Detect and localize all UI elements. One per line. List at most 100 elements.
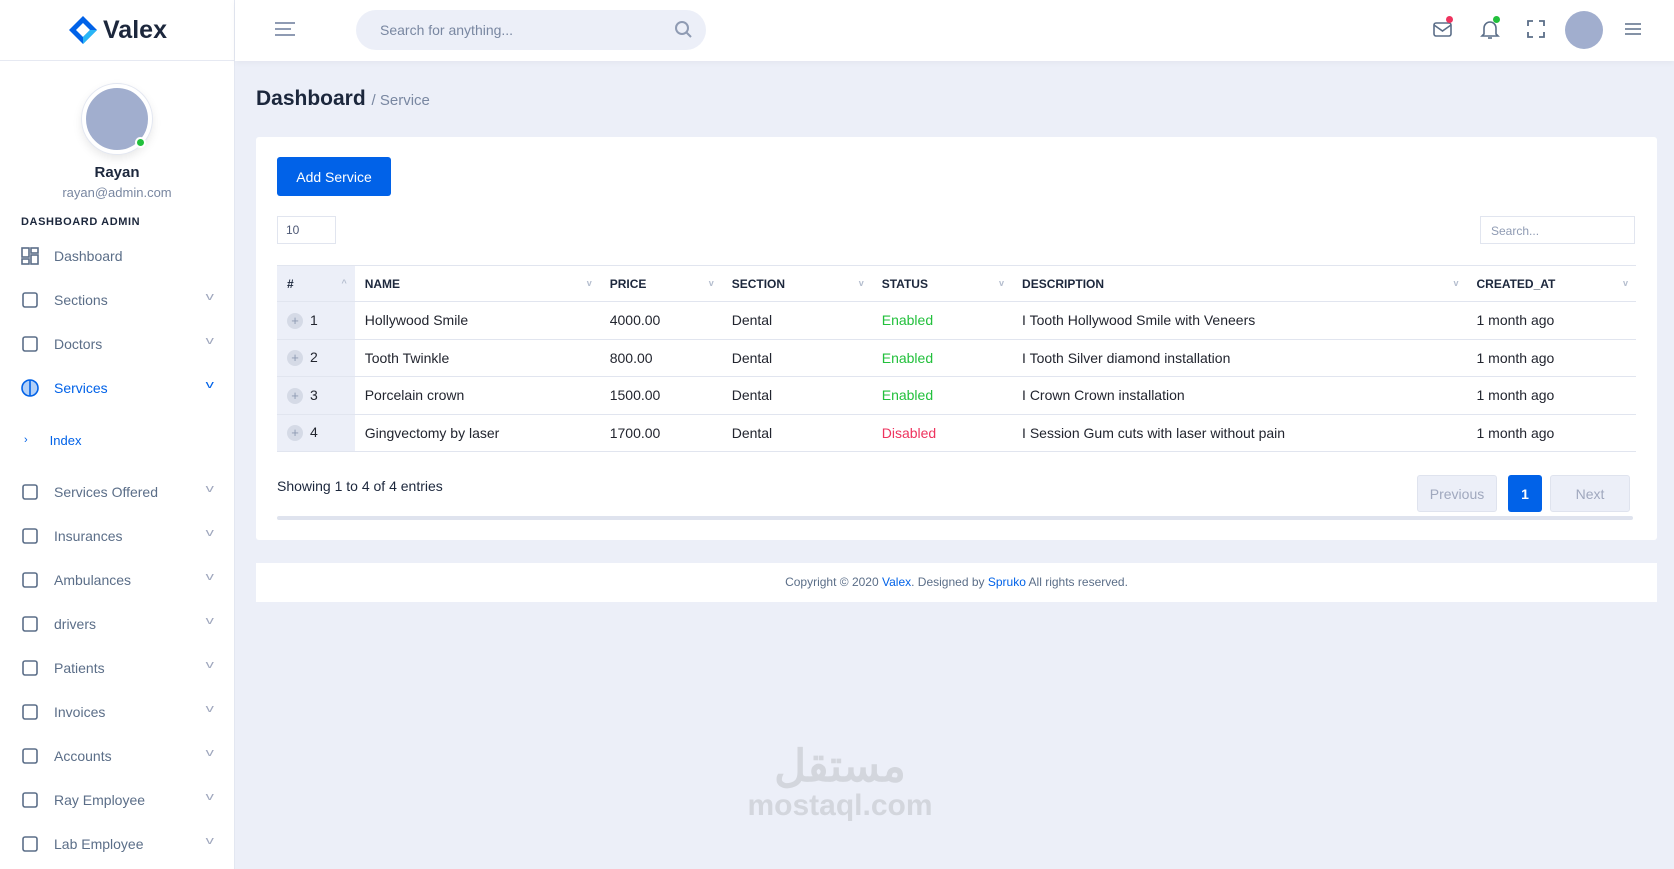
sidebar-item-invoices[interactable]: Invoices v: [0, 690, 234, 734]
chevron-down-icon[interactable]: v: [205, 835, 213, 847]
dashboard-grid-icon: [20, 246, 40, 266]
column-header-section[interactable]: SECTION v: [721, 265, 872, 302]
sidebar-item-accounts[interactable]: Accounts v: [0, 734, 234, 778]
expand-row-icon[interactable]: +: [287, 312, 303, 329]
cell-created-at: 1 month ago: [1466, 339, 1636, 377]
sidebar-item-label: Accounts: [54, 748, 112, 764]
chevron-down-icon[interactable]: v: [205, 703, 213, 715]
pie-icon: [20, 378, 40, 398]
add-service-button[interactable]: Add Service: [277, 157, 391, 196]
chevron-down-icon[interactable]: v: [205, 483, 213, 495]
chevron-down-icon[interactable]: v: [205, 379, 213, 391]
cell-name: Hollywood Smile: [354, 301, 600, 340]
cell-section: Dental: [721, 339, 872, 377]
sidebar-item-dashboard[interactable]: Dashboard: [0, 234, 234, 278]
sidebar-item-ray-employee[interactable]: Ray Employee v: [0, 778, 234, 822]
column-header-name[interactable]: NAME v: [354, 265, 600, 302]
sidebar-item-services[interactable]: Services v: [0, 366, 234, 410]
column-header-price[interactable]: PRICE v: [599, 265, 722, 302]
fullscreen-icon[interactable]: [1525, 18, 1547, 40]
expand-row-icon[interactable]: +: [287, 387, 303, 404]
column-header-description[interactable]: DESCRIPTION v: [1012, 265, 1467, 302]
page-length-select[interactable]: 10: [277, 216, 336, 244]
sidebar-item-label: Lab Employee: [54, 836, 144, 852]
next-button[interactable]: Next: [1550, 475, 1630, 512]
bar-chart-icon: [20, 290, 40, 310]
footer-brand-link[interactable]: Valex: [882, 575, 911, 589]
cell-description: I Tooth Silver diamond installation: [1012, 339, 1467, 377]
column-header-[interactable]: # ^: [277, 265, 355, 302]
page-1-button[interactable]: 1: [1508, 475, 1542, 512]
footer-designer-link[interactable]: Spruko: [988, 575, 1026, 589]
chevron-down-icon[interactable]: v: [205, 791, 213, 803]
cell-section: Dental: [721, 301, 872, 340]
sidebar-item-ambulances[interactable]: Ambulances v: [0, 558, 234, 602]
horizontal-scrollbar[interactable]: [277, 516, 1633, 520]
cell-name: Porcelain crown: [354, 376, 600, 415]
palette-icon: [20, 526, 40, 546]
sort-icon: v: [999, 278, 1005, 288]
global-search-input[interactable]: Search for anything...: [356, 10, 706, 50]
row-id: 1: [310, 311, 318, 328]
column-header-label: STATUS: [881, 276, 928, 291]
search-icon[interactable]: [674, 20, 694, 40]
cell-price: 1700.00: [599, 414, 722, 452]
column-header-created_at[interactable]: CREATED_AT v: [1466, 265, 1636, 302]
previous-button[interactable]: Previous: [1417, 475, 1497, 512]
chevron-down-icon[interactable]: v: [205, 615, 213, 627]
chevron-down-icon[interactable]: v: [205, 527, 213, 539]
table-icon: [20, 658, 40, 678]
sidebar-item-label: Insurances: [54, 528, 123, 544]
cell-description: I Crown Crown installation: [1012, 376, 1467, 415]
expand-row-icon[interactable]: +: [287, 425, 303, 442]
sidebar-item-patients[interactable]: Patients v: [0, 646, 234, 690]
sidebar-item-insurances[interactable]: Insurances v: [0, 514, 234, 558]
sort-icon: v: [586, 278, 592, 288]
cell-created-at: 1 month ago: [1466, 301, 1636, 340]
column-header-label: DESCRIPTION: [1022, 276, 1105, 291]
chevron-down-icon[interactable]: v: [205, 659, 213, 671]
sidebar-item-sections[interactable]: Sections v: [0, 278, 234, 322]
sort-asc-icon: ^: [341, 278, 347, 288]
logo[interactable]: Valex: [0, 0, 234, 61]
cell-id: +3: [277, 376, 355, 415]
breadcrumb[interactable]: / Service: [372, 92, 430, 109]
footer-rights: All rights reserved.: [1025, 575, 1128, 589]
cell-price: 800.00: [599, 339, 722, 377]
page-title: Dashboard / Service: [256, 87, 430, 111]
cell-description: I Tooth Hollywood Smile with Veneers: [1012, 301, 1467, 340]
table-row: +3 Porcelain crown 1500.00 Dental Enable…: [277, 376, 1636, 415]
cell-name: Tooth Twinkle: [354, 339, 600, 377]
expand-row-icon[interactable]: +: [287, 350, 303, 367]
column-header-status[interactable]: STATUS v: [871, 265, 1013, 302]
status-badge: Enabled: [871, 376, 1013, 415]
sidebar-nav: Dashboard Sections v Doctors v Services v › Inde…: [0, 234, 234, 866]
chevron-down-icon[interactable]: v: [205, 747, 213, 759]
sidebar-item-drivers[interactable]: drivers v: [0, 602, 234, 646]
profile-avatar[interactable]: [1565, 11, 1603, 49]
user-avatar[interactable]: [82, 84, 152, 154]
sidebar-item-doctors[interactable]: Doctors v: [0, 322, 234, 366]
chevron-down-icon[interactable]: v: [205, 335, 213, 347]
user-email: rayan@admin.com: [62, 185, 172, 200]
services-table: # ^ NAME v PRICE v SECTION v STATUS v DESCRIPTION v…: [277, 265, 1636, 452]
sidebar-toggle-icon[interactable]: [275, 22, 295, 40]
table-search-input[interactable]: Search...: [1480, 216, 1635, 244]
status-badge: Disabled: [871, 414, 1013, 452]
sort-icon: v: [858, 278, 864, 288]
menu-icon[interactable]: [1623, 18, 1643, 40]
services-card: Add Service 10 Search... # ^ NAME v PRICE v SE…: [256, 137, 1657, 540]
row-id: 2: [310, 349, 318, 366]
chevron-down-icon[interactable]: v: [205, 571, 213, 583]
chevron-right-icon: ›: [24, 434, 28, 446]
table-info: Showing 1 to 4 of 4 entries: [277, 478, 443, 494]
cell-price: 4000.00: [599, 301, 722, 340]
sidebar-subitem-index[interactable]: › Index: [0, 410, 234, 470]
user-name: Rayan: [94, 164, 140, 181]
sidebar-item-services-offered[interactable]: Services Offered v: [0, 470, 234, 514]
column-header-label: #: [287, 276, 294, 291]
footer-designed-by: . Designed by: [911, 575, 988, 589]
table-row: +4 Gingvectomy by laser 1700.00 Dental D…: [277, 414, 1636, 452]
chevron-down-icon[interactable]: v: [205, 291, 213, 303]
sidebar-item-lab-employee[interactable]: Lab Employee v: [0, 822, 234, 866]
